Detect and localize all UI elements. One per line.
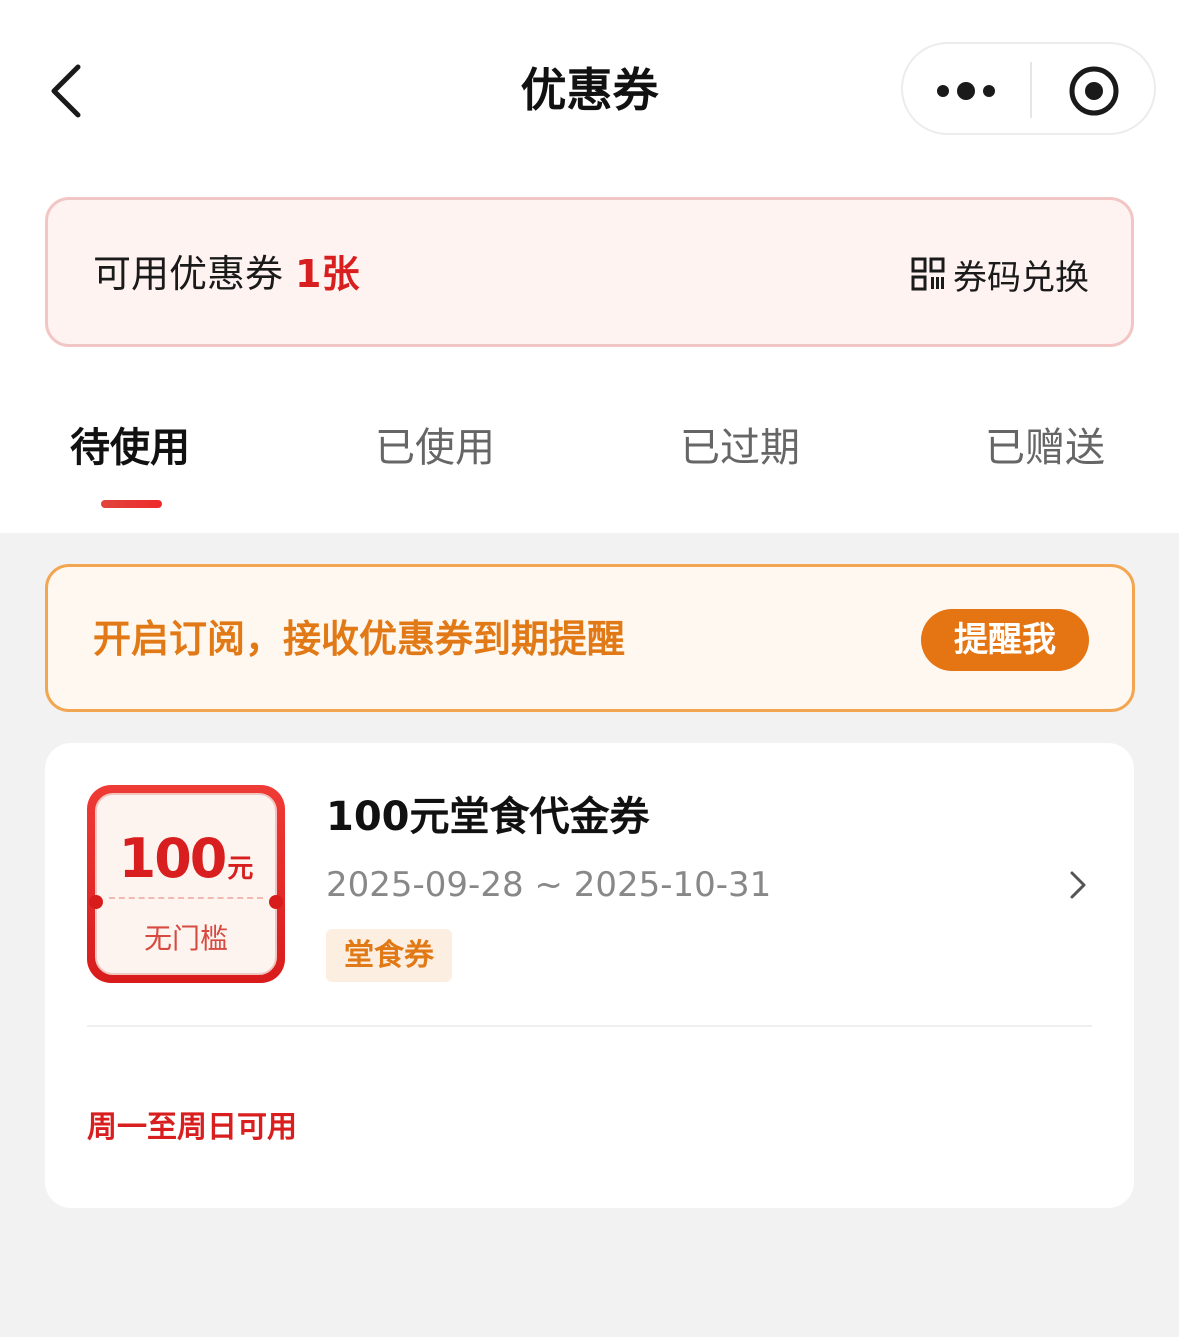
ticket-dashed-line	[109, 897, 263, 899]
coupon-tabs: 待使用 已使用 已过期 已赠送	[0, 420, 1179, 520]
ticket-notch-right	[269, 895, 283, 909]
available-coupons-card: 可用优惠券 1张 券码兑换	[45, 197, 1134, 347]
close-mini-program-button[interactable]	[1067, 64, 1121, 118]
coupon-amount-unit: 元	[227, 854, 254, 884]
coupon-ticket-inner: 100元 无门槛	[89, 793, 283, 975]
active-tab-indicator	[101, 500, 162, 508]
coupon-type-tag: 堂食券	[326, 929, 452, 982]
available-coupons-text: 可用优惠券 1张	[93, 248, 359, 300]
coupon-amount-value: 100	[118, 827, 228, 890]
redeem-code-label: 券码兑换	[953, 257, 1089, 298]
tab-expired[interactable]: 已过期	[680, 420, 800, 476]
subscribe-text: 开启订阅，接收优惠券到期提醒	[93, 617, 626, 661]
coupon-availability: 周一至周日可用	[87, 1110, 297, 1145]
header-area: 优惠券 可用优惠券 1张 券码兑换 待使用 已使用 已过期 已赠送	[0, 0, 1179, 533]
available-label: 可用优惠券	[93, 252, 284, 296]
available-count: 1张	[295, 252, 360, 296]
tab-gifted[interactable]: 已赠送	[985, 420, 1105, 476]
chevron-right-icon[interactable]	[1062, 867, 1092, 903]
coupon-divider	[87, 1025, 1092, 1027]
coupon-ticket: 100元 无门槛	[87, 785, 285, 983]
coupon-valid-dates: 2025-09-28 ~ 2025-10-31	[326, 865, 772, 905]
tab-unused[interactable]: 待使用	[70, 420, 190, 476]
remind-me-button[interactable]: 提醒我	[921, 609, 1089, 671]
redeem-code-button[interactable]: 券码兑换	[911, 250, 1089, 298]
qr-code-icon	[911, 257, 945, 291]
ticket-notch-left	[89, 895, 103, 909]
target-circle-icon	[1069, 66, 1119, 116]
capsule-divider	[1030, 62, 1032, 118]
more-button[interactable]	[933, 64, 1003, 114]
coupon-title: 100元堂食代金券	[326, 794, 650, 840]
tab-used[interactable]: 已使用	[375, 420, 495, 476]
coupon-condition: 无门槛	[143, 922, 228, 955]
mini-program-capsule	[901, 42, 1156, 135]
subscribe-banner: 开启订阅，接收优惠券到期提醒 提醒我	[45, 564, 1135, 712]
coupon-amount: 100元	[97, 829, 275, 902]
coupon-card[interactable]: 100元 无门槛 100元堂食代金券 2025-09-28 ~ 2025-10-…	[45, 743, 1134, 1208]
more-dots-icon	[937, 82, 995, 100]
